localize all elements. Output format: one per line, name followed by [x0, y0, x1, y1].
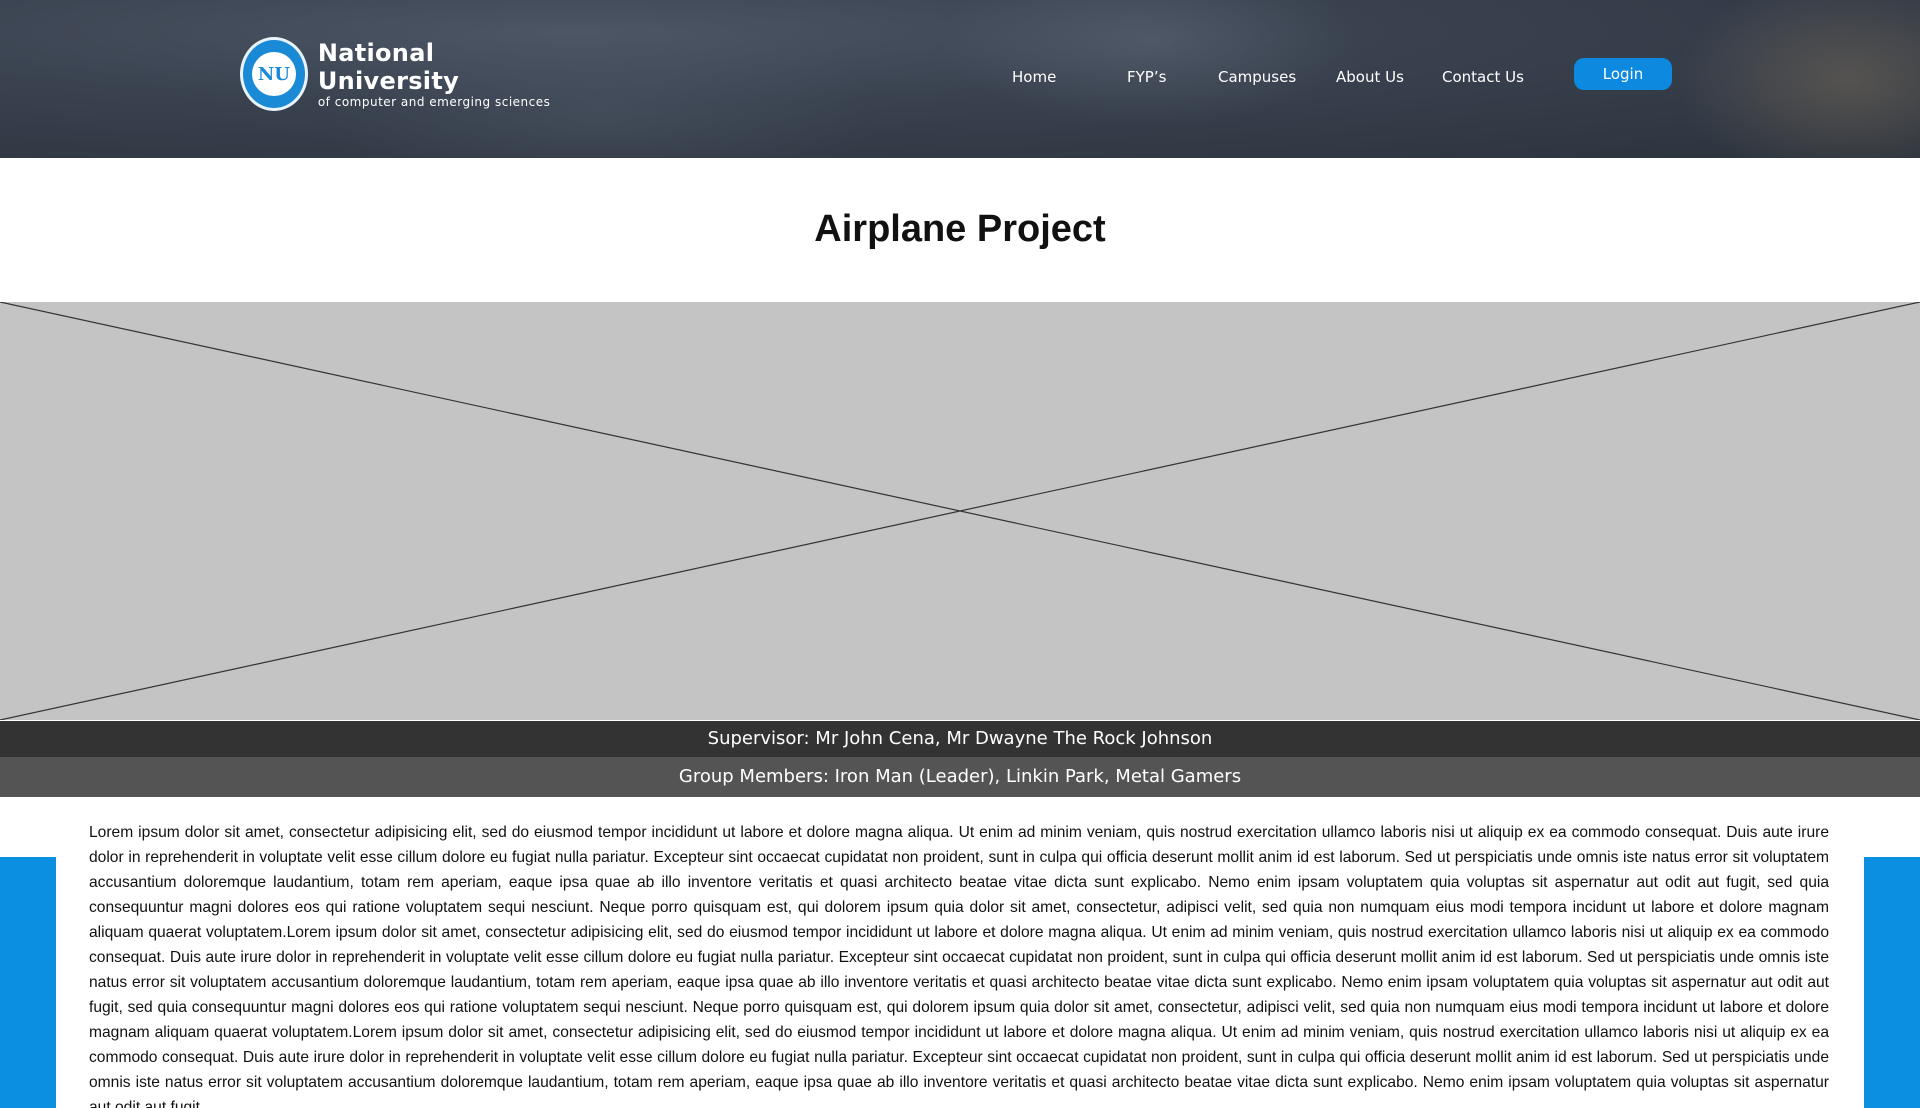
- placeholder-cross-icon: [0, 302, 1920, 720]
- page-title: Airplane Project: [814, 208, 1106, 250]
- nav-campuses[interactable]: Campuses: [1218, 68, 1296, 86]
- group-members-text: Group Members: Iron Man (Leader), Linkin…: [678, 766, 1242, 787]
- nav-fyps[interactable]: FYP’s: [1127, 68, 1166, 86]
- site-header: NU National University of computer and e…: [0, 0, 1920, 158]
- nav-about-us[interactable]: About Us: [1336, 68, 1404, 86]
- logo-name: National University: [317, 39, 460, 95]
- logo-subtitle: of computer and emerging sciences: [317, 95, 551, 109]
- nav-contact-us[interactable]: Contact Us: [1442, 68, 1524, 86]
- left-accent-bar: [0, 857, 56, 1108]
- seal-monogram: NU: [251, 52, 296, 96]
- university-logo[interactable]: NU National University of computer and e…: [240, 34, 560, 114]
- nav-home[interactable]: Home: [1012, 68, 1056, 86]
- right-accent-bar: [1864, 857, 1920, 1108]
- supervisor-text: Supervisor: Mr John Cena, Mr Dwayne The …: [707, 728, 1213, 749]
- project-image-placeholder: [0, 302, 1920, 720]
- university-seal-icon: NU: [240, 37, 308, 111]
- group-members-bar: Group Members: Iron Man (Leader), Linkin…: [0, 757, 1920, 797]
- logo-text: National University of computer and emer…: [318, 39, 560, 109]
- supervisor-bar: Supervisor: Mr John Cena, Mr Dwayne The …: [0, 721, 1920, 757]
- project-description: Lorem ipsum dolor sit amet, consectetur …: [89, 824, 1829, 1108]
- login-button[interactable]: Login: [1574, 58, 1672, 90]
